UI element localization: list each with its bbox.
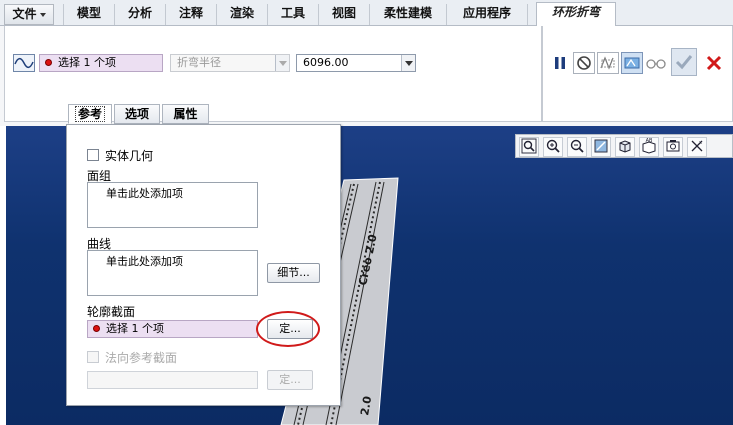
saved-orientations-icon[interactable]: AB <box>639 137 659 157</box>
profile-collector-label: 选择 1 个项 <box>58 56 116 69</box>
tab-toroidal-bend[interactable]: 环形折弯 <box>536 2 616 27</box>
profile-section-collector[interactable]: 选择 1 个项 <box>87 320 258 338</box>
required-dot-icon <box>45 59 52 66</box>
tab-options[interactable]: 选项 <box>114 104 160 124</box>
solid-geometry-checkbox[interactable] <box>87 149 99 161</box>
chevron-down-icon <box>39 12 46 17</box>
repaint-icon[interactable] <box>591 137 611 157</box>
solid-geometry-label: 实体几何 <box>105 149 154 163</box>
display-style-icon[interactable] <box>615 137 635 157</box>
radius-type-label: 折弯半径 <box>177 56 221 69</box>
chevron-down-icon <box>275 55 289 71</box>
zoom-out-icon[interactable] <box>567 137 587 157</box>
tab-flexible-modeling[interactable]: 柔性建模 <box>369 4 446 25</box>
quilts-list[interactable]: 单击此处添加项 <box>87 182 258 228</box>
tab-analysis[interactable]: 分析 <box>114 4 165 25</box>
curve-icon[interactable] <box>13 54 35 72</box>
tab-annotate[interactable]: 注释 <box>165 4 216 25</box>
references-panel: 实体几何 面组 单击此处添加项 曲线 单击此处添加项 细节... 轮廓截面 选择… <box>66 124 341 406</box>
tab-view[interactable]: 视图 <box>318 4 369 25</box>
chevron-down-icon[interactable] <box>401 55 415 71</box>
radius-value: 6096.00 <box>303 56 349 69</box>
tab-render[interactable]: 渲染 <box>216 4 267 25</box>
normal-reference-checkbox <box>87 351 99 363</box>
normal-reference-collector <box>87 371 258 389</box>
highlight-ellipse <box>256 311 320 347</box>
curves-list[interactable]: 单击此处添加项 <box>87 250 258 296</box>
control-group <box>542 26 733 122</box>
tab-model[interactable]: 模型 <box>63 4 114 25</box>
file-menu[interactable]: 文件 <box>4 4 54 25</box>
zoom-in-icon[interactable] <box>543 137 563 157</box>
curves-placeholder: 单击此处添加项 <box>106 255 183 268</box>
radius-type-select: 折弯半径 <box>170 54 290 72</box>
tab-references[interactable]: 参考 <box>68 104 112 124</box>
attached-preview-icon[interactable] <box>597 52 619 74</box>
pause-button[interactable] <box>549 52 571 74</box>
refit-icon[interactable] <box>519 137 539 157</box>
define-button-disabled: 定... <box>267 370 313 390</box>
tab-properties[interactable]: 属性 <box>162 104 209 124</box>
svg-text:x: x <box>699 140 702 146</box>
radius-value-select[interactable]: 6096.00 <box>296 54 416 72</box>
normal-reference-label: 法向参考截面 <box>105 351 178 365</box>
tab-tools[interactable]: 工具 <box>267 4 318 25</box>
profile-collector[interactable]: 选择 1 个项 <box>39 54 163 72</box>
file-menu-label: 文件 <box>12 7 37 21</box>
no-preview-button[interactable] <box>573 52 595 74</box>
profile-section-label: 轮廓截面 <box>87 305 136 319</box>
profile-section-collector-label: 选择 1 个项 <box>106 322 164 335</box>
verify-mode-icon[interactable] <box>621 52 643 74</box>
datum-display-icon[interactable]: x <box>687 137 707 157</box>
view-manager-icon[interactable] <box>663 137 683 157</box>
cancel-button[interactable] <box>703 52 725 74</box>
required-dot-icon <box>93 325 100 332</box>
details-button[interactable]: 细节... <box>267 263 320 283</box>
quilts-placeholder: 单击此处添加项 <box>106 187 183 200</box>
tab-applications[interactable]: 应用程序 <box>446 4 528 25</box>
view-toolbar: AB x <box>515 134 733 158</box>
ok-button[interactable] <box>671 48 697 76</box>
svg-text:AB: AB <box>646 138 653 144</box>
menu-bar: 文件 模型 分析 注释 渲染 工具 视图 柔性建模 应用程序 环形折弯 <box>0 0 733 27</box>
glasses-icon[interactable] <box>645 52 667 74</box>
tab-references-label: 参考 <box>74 106 105 122</box>
